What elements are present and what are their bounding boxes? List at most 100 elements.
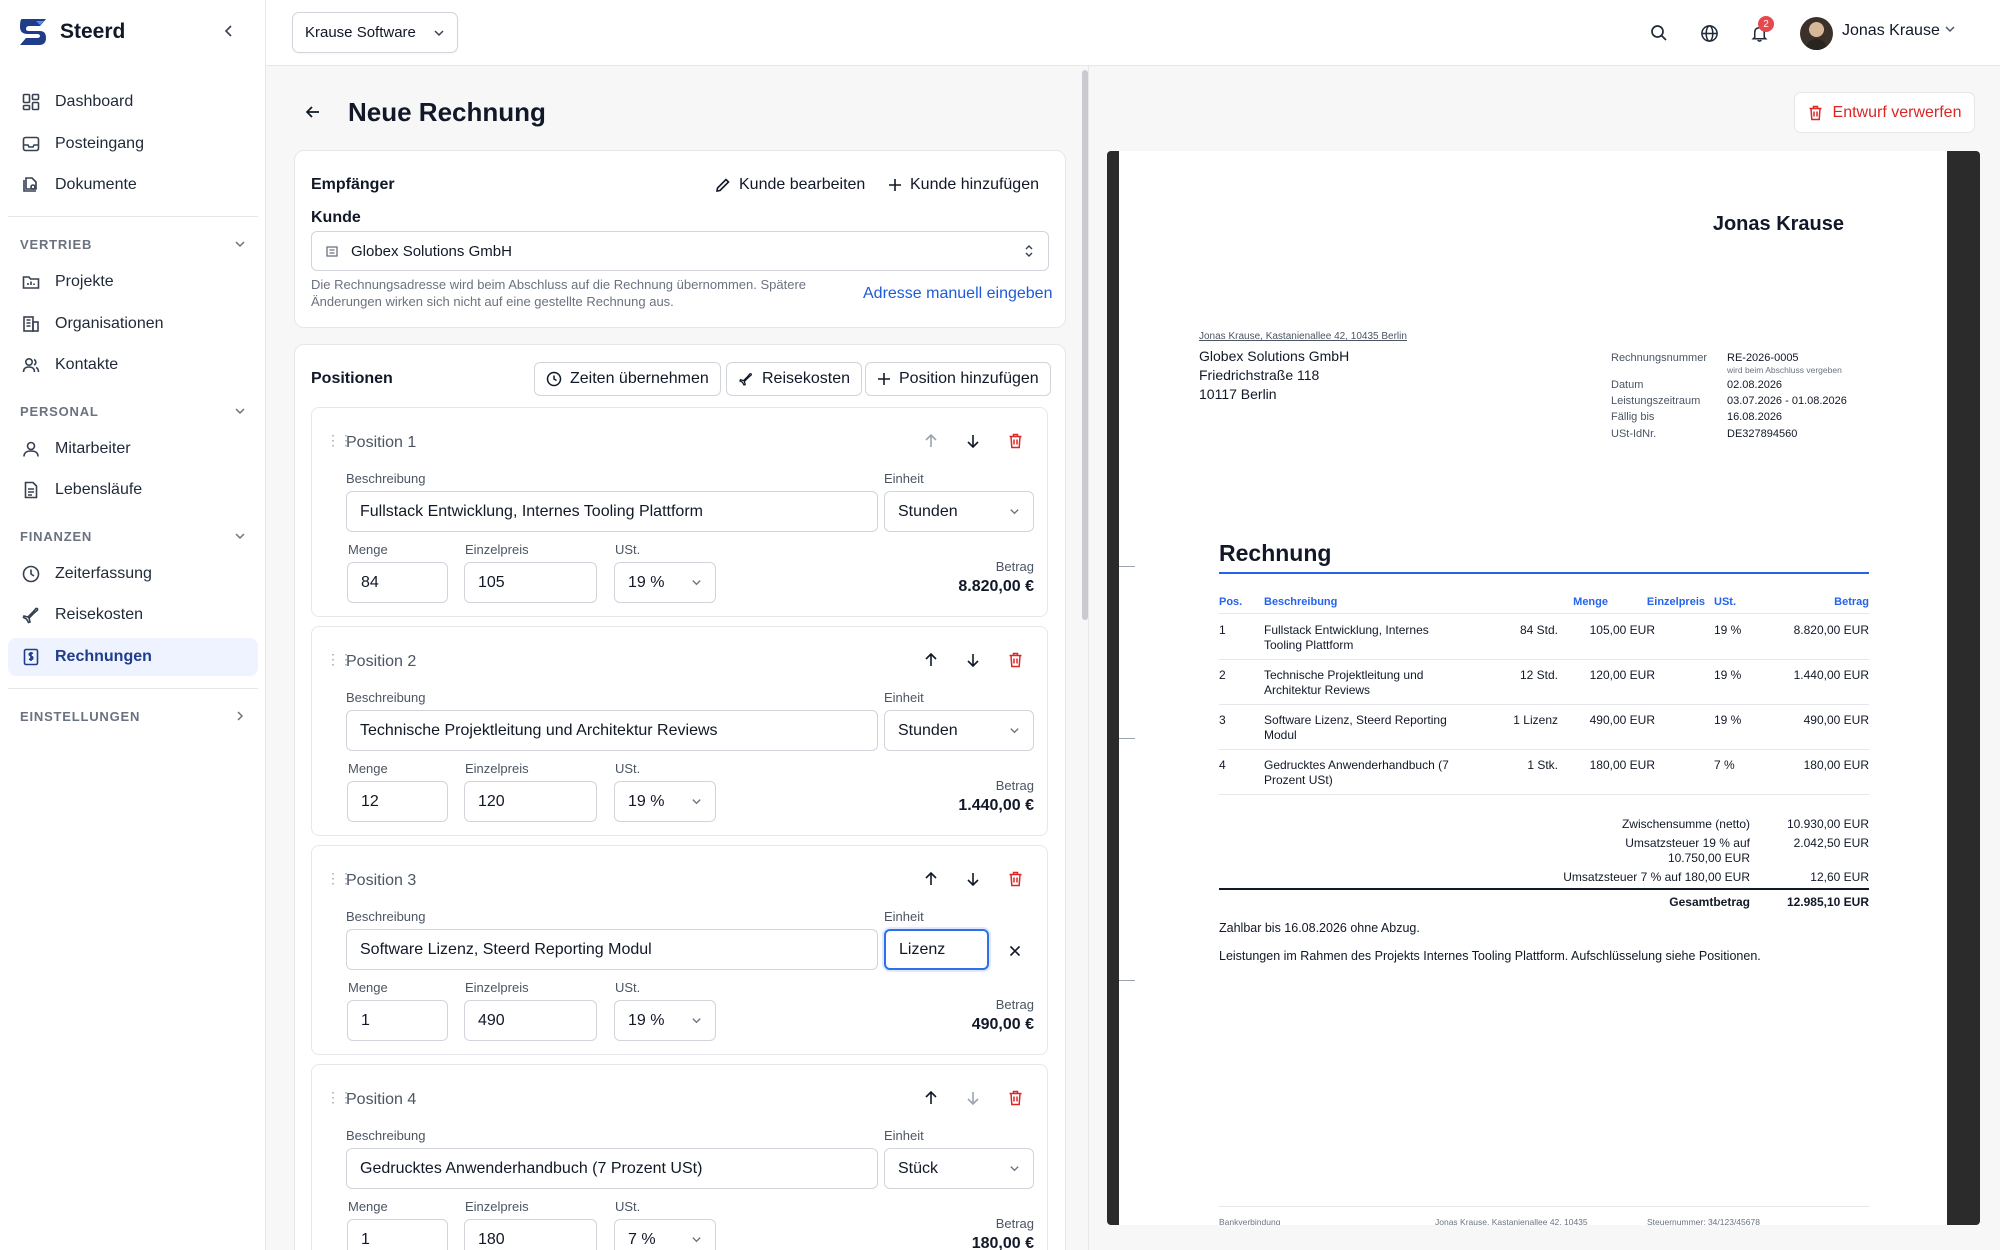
unit-price-input[interactable]: 105	[464, 562, 597, 603]
travel-costs-button[interactable]: Reisekosten	[726, 362, 863, 396]
sidebar-section-einstellungen[interactable]: EINSTELLUNGEN	[20, 706, 246, 726]
doc-desc-line: Fullstack Entwicklung, Internes	[1264, 623, 1429, 637]
description-input[interactable]: Gedrucktes Anwenderhandbuch (7 Prozent U…	[346, 1148, 878, 1189]
sidebar-item-dashboard[interactable]: Dashboard	[8, 83, 258, 121]
sidebar-item-label: Zeiterfassung	[55, 565, 152, 582]
sidebar-item-reisekosten[interactable]: Reisekosten	[8, 596, 258, 634]
unit-price-label: Einzelpreis	[465, 980, 529, 995]
vat-value: 7 %	[628, 1230, 656, 1248]
avatar[interactable]	[1800, 17, 1833, 50]
unit-price-input[interactable]: 120	[464, 781, 597, 822]
edit-customer-button[interactable]: Kunde bearbeiten	[715, 171, 865, 199]
quantity-input[interactable]: 1	[347, 1219, 448, 1250]
sidebar-item-label: Kontakte	[55, 356, 119, 373]
doc-subtotal-value: 10.930,00 EUR	[1786, 817, 1869, 831]
helper-line-1: Die Rechnungsadresse wird beim Abschluss…	[311, 277, 807, 292]
doc-meta-value: RE-2026-0005	[1727, 352, 1799, 364]
sidebar-section-personal[interactable]: PERSONAL	[20, 401, 246, 421]
unit-select[interactable]: Stück	[884, 1148, 1034, 1189]
sidebar-section-finanzen[interactable]: FINANZEN	[20, 526, 246, 546]
search-button[interactable]	[1647, 21, 1671, 45]
delete-position-button[interactable]	[1004, 1087, 1026, 1109]
move-up-button[interactable]	[920, 649, 942, 671]
vat-label: USt.	[615, 761, 641, 776]
sidebar-item-label: Reisekosten	[55, 606, 144, 623]
delete-position-button[interactable]	[1004, 868, 1026, 890]
sidebar-section-vertrieb[interactable]: VERTRIEB	[20, 234, 246, 254]
move-up-button[interactable]	[920, 430, 942, 452]
back-button[interactable]	[302, 101, 324, 123]
doc-cell-vat: 19 %	[1714, 623, 1742, 637]
vat-select[interactable]: 19 %	[614, 1000, 716, 1041]
unit-input[interactable]: Lizenz	[884, 929, 989, 970]
quantity-input[interactable]: 1	[347, 1000, 448, 1041]
unit-select[interactable]: Stunden	[884, 710, 1034, 751]
chevron-down-icon	[235, 533, 245, 540]
sidebar-item-kontakte[interactable]: Kontakte	[8, 346, 258, 384]
sidebar-item-lebenslaeufe[interactable]: Lebensläufe	[8, 471, 258, 509]
unit-label: Einheit	[884, 1128, 924, 1143]
unit-select[interactable]: Stunden	[884, 491, 1034, 532]
move-down-button[interactable]	[962, 868, 984, 890]
move-up-button[interactable]	[920, 868, 942, 890]
doc-cell-pos: 1	[1219, 623, 1226, 637]
sidebar-item-mitarbeiter[interactable]: Mitarbeiter	[8, 430, 258, 468]
doc-vat7-value: 12,60 EUR	[1810, 870, 1869, 884]
globe-icon	[1700, 24, 1718, 42]
unit-price-input[interactable]: 180	[464, 1219, 597, 1250]
vat-select[interactable]: 7 %	[614, 1219, 716, 1250]
invoice-preview-page[interactable]: Jonas Krause Jonas Krause, Kastanienalle…	[1119, 151, 1947, 1225]
collapse-sidebar-button[interactable]	[218, 20, 240, 42]
unit-value: Stunden	[898, 502, 958, 520]
description-input[interactable]: Software Lizenz, Steerd Reporting Modul	[346, 929, 878, 970]
description-input[interactable]: Fullstack Entwicklung, Internes Tooling …	[346, 491, 878, 532]
unit-price-label: Einzelpreis	[465, 761, 529, 776]
doc-col-unit-price: Einzelpreis	[1646, 596, 1705, 608]
delete-position-button[interactable]	[1004, 649, 1026, 671]
sidebar-item-label: Rechnungen	[55, 648, 152, 665]
doc-col-description: Beschreibung	[1264, 596, 1338, 608]
sidebar-item-rechnungen[interactable]: Rechnungen	[8, 638, 258, 676]
quantity-input[interactable]: 12	[347, 781, 448, 822]
user-menu-toggle[interactable]	[1944, 22, 1956, 40]
top-bar: Krause Software	[266, 0, 2000, 66]
plus-icon	[878, 373, 890, 385]
description-input[interactable]: Technische Projektleitung und Architektu…	[346, 710, 878, 751]
clear-unit-button[interactable]	[1004, 940, 1026, 962]
move-down-button[interactable]	[962, 649, 984, 671]
add-customer-button[interactable]: Kunde hinzufügen	[888, 171, 1039, 199]
move-down-button[interactable]	[962, 430, 984, 452]
move-down-button[interactable]	[962, 1087, 984, 1109]
app-logo[interactable]: Steerd	[16, 14, 125, 50]
doc-meta-value: 16.08.2026	[1727, 411, 1783, 423]
manual-address-link[interactable]: Adresse manuell eingeben	[863, 285, 1052, 303]
doc-desc-line: Gedrucktes Anwenderhandbuch (7	[1264, 758, 1449, 772]
sidebar-item-label: Dashboard	[55, 93, 134, 110]
user-name[interactable]: Jonas Krause	[1842, 22, 1940, 40]
doc-col-vat: USt.	[1714, 596, 1736, 608]
building-icon	[326, 246, 338, 257]
vat-select[interactable]: 19 %	[614, 781, 716, 822]
sidebar-item-documents[interactable]: Dokumente	[8, 166, 258, 204]
sidebar-item-projekte[interactable]: Projekte	[8, 263, 258, 301]
sidebar-item-inbox[interactable]: Posteingang	[8, 125, 258, 163]
discard-draft-button[interactable]: Entwurf verwerfen	[1794, 92, 1975, 133]
organization-select[interactable]: Krause Software	[292, 12, 458, 53]
sidebar-item-organisationen[interactable]: Organisationen	[8, 305, 258, 343]
sidebar-item-label: Mitarbeiter	[55, 440, 131, 457]
vat-select[interactable]: 19 %	[614, 562, 716, 603]
page-title: Neue Rechnung	[348, 96, 546, 127]
quantity-input[interactable]: 84	[347, 562, 448, 603]
sidebar-item-zeiterfassung[interactable]: Zeiterfassung	[8, 555, 258, 593]
unit-price-input[interactable]: 490	[464, 1000, 597, 1041]
position-title: Position 1	[346, 434, 417, 451]
take-times-button[interactable]: Zeiten übernehmen	[534, 362, 721, 396]
doc-table-row: 4 Gedrucktes Anwenderhandbuch (7 Prozent …	[1219, 758, 1869, 802]
vat-value: 19 %	[628, 573, 665, 591]
add-position-button[interactable]: Position hinzufügen	[865, 362, 1051, 396]
customer-select[interactable]: Globex Solutions GmbH	[311, 231, 1049, 271]
doc-cell-quantity: 1 Stk.	[1527, 758, 1558, 772]
move-up-button[interactable]	[920, 1087, 942, 1109]
delete-position-button[interactable]	[1004, 430, 1026, 452]
language-button[interactable]	[1697, 21, 1721, 45]
